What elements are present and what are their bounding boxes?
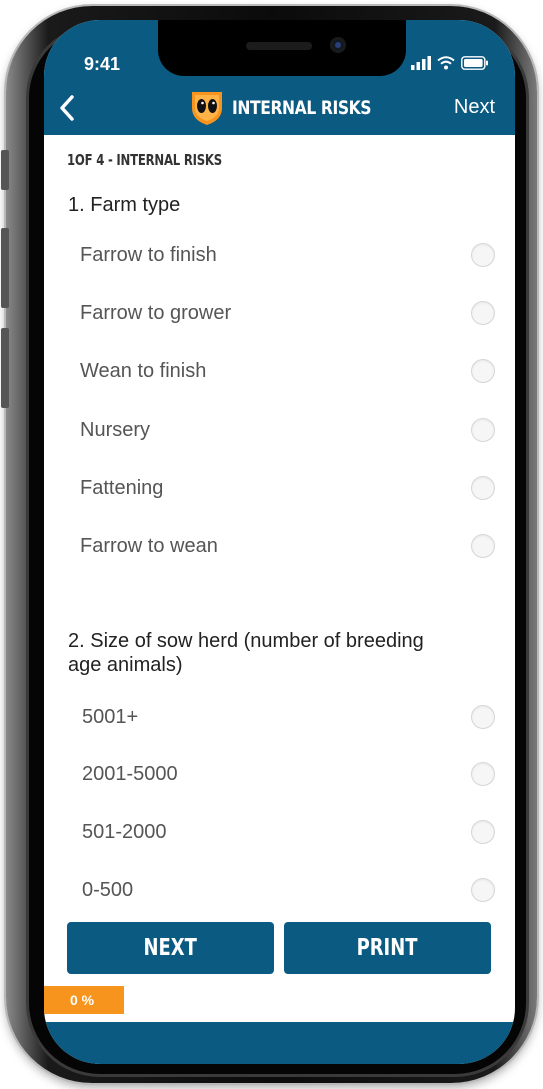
option-row[interactable]: Farrow to finish: [80, 235, 495, 275]
option-label: Wean to finish: [80, 359, 207, 382]
status-time: 9:41: [84, 54, 121, 74]
page-title: INTERNAL RISKS: [232, 97, 372, 119]
option-label: 2001-5000: [82, 762, 178, 785]
option-row[interactable]: Wean to finish: [80, 351, 495, 391]
phone-screen: 9:41 INTERNAL RISKS Next 1OF 4 - INTERNA…: [44, 20, 515, 1064]
radio-button[interactable]: [471, 705, 495, 729]
print-button-label: PRINT: [357, 935, 418, 961]
next-button-label: NEXT: [143, 935, 198, 961]
option-row[interactable]: Fattening: [80, 468, 495, 508]
question-title-line: age animals): [68, 654, 183, 676]
option-label: 0-500: [82, 878, 134, 901]
radio-button[interactable]: [471, 301, 495, 325]
nav-bar: INTERNAL RISKS Next: [44, 90, 515, 126]
header-title-group: INTERNAL RISKS: [190, 90, 402, 126]
option-label: 501-2000: [82, 820, 167, 843]
option-label: Nursery: [80, 418, 151, 441]
phone-notch: [158, 20, 406, 76]
option-row[interactable]: 501-2000: [82, 812, 495, 852]
pig-logo-icon: [192, 92, 222, 125]
radio-button[interactable]: [471, 878, 495, 902]
radio-button[interactable]: [471, 418, 495, 442]
option-label: 5001+: [82, 705, 139, 728]
radio-button[interactable]: [471, 243, 495, 267]
option-row[interactable]: 2001-5000: [82, 754, 495, 794]
app-header: 9:41 INTERNAL RISKS Next: [44, 20, 515, 135]
next-button[interactable]: NEXT: [67, 922, 274, 974]
speaker-grille: [246, 42, 312, 50]
print-button[interactable]: PRINT: [284, 922, 491, 974]
radio-button[interactable]: [471, 820, 495, 844]
volume-down-button: [1, 328, 9, 408]
volume-up-button: [1, 228, 9, 308]
question-title: 1. Farm type: [68, 194, 181, 216]
option-row[interactable]: 0-500: [82, 870, 495, 910]
option-row[interactable]: Farrow to wean: [80, 526, 495, 566]
question-title-line: 2. Size of sow herd (number of breeding: [68, 630, 424, 652]
option-label: Farrow to wean: [80, 534, 218, 557]
radio-button[interactable]: [471, 762, 495, 786]
option-label: Farrow to finish: [80, 243, 217, 266]
step-indicator: 1OF 4 - INTERNAL RISKS: [67, 151, 222, 169]
option-label: Fattening: [80, 476, 164, 499]
wifi-icon: [437, 56, 455, 70]
chevron-left-icon: [60, 95, 74, 121]
radio-button[interactable]: [471, 534, 495, 558]
option-row[interactable]: Nursery: [80, 410, 495, 450]
question-title: 2. Size of sow herd (number of breeding …: [68, 629, 424, 677]
option-label: Farrow to grower: [80, 301, 232, 324]
mute-switch: [1, 150, 9, 190]
status-icons: [411, 56, 489, 70]
progress-indicator: 0 %: [44, 986, 124, 1014]
radio-button[interactable]: [471, 476, 495, 500]
battery-icon: [461, 56, 488, 70]
header-next-button[interactable]: Next: [454, 96, 495, 119]
option-row[interactable]: 5001+: [82, 697, 495, 737]
back-button[interactable]: [52, 90, 82, 126]
app-footer: [44, 1022, 515, 1064]
option-row[interactable]: Farrow to grower: [80, 293, 495, 333]
signal-icon: [411, 56, 431, 70]
front-camera: [330, 37, 346, 53]
radio-button[interactable]: [471, 359, 495, 383]
